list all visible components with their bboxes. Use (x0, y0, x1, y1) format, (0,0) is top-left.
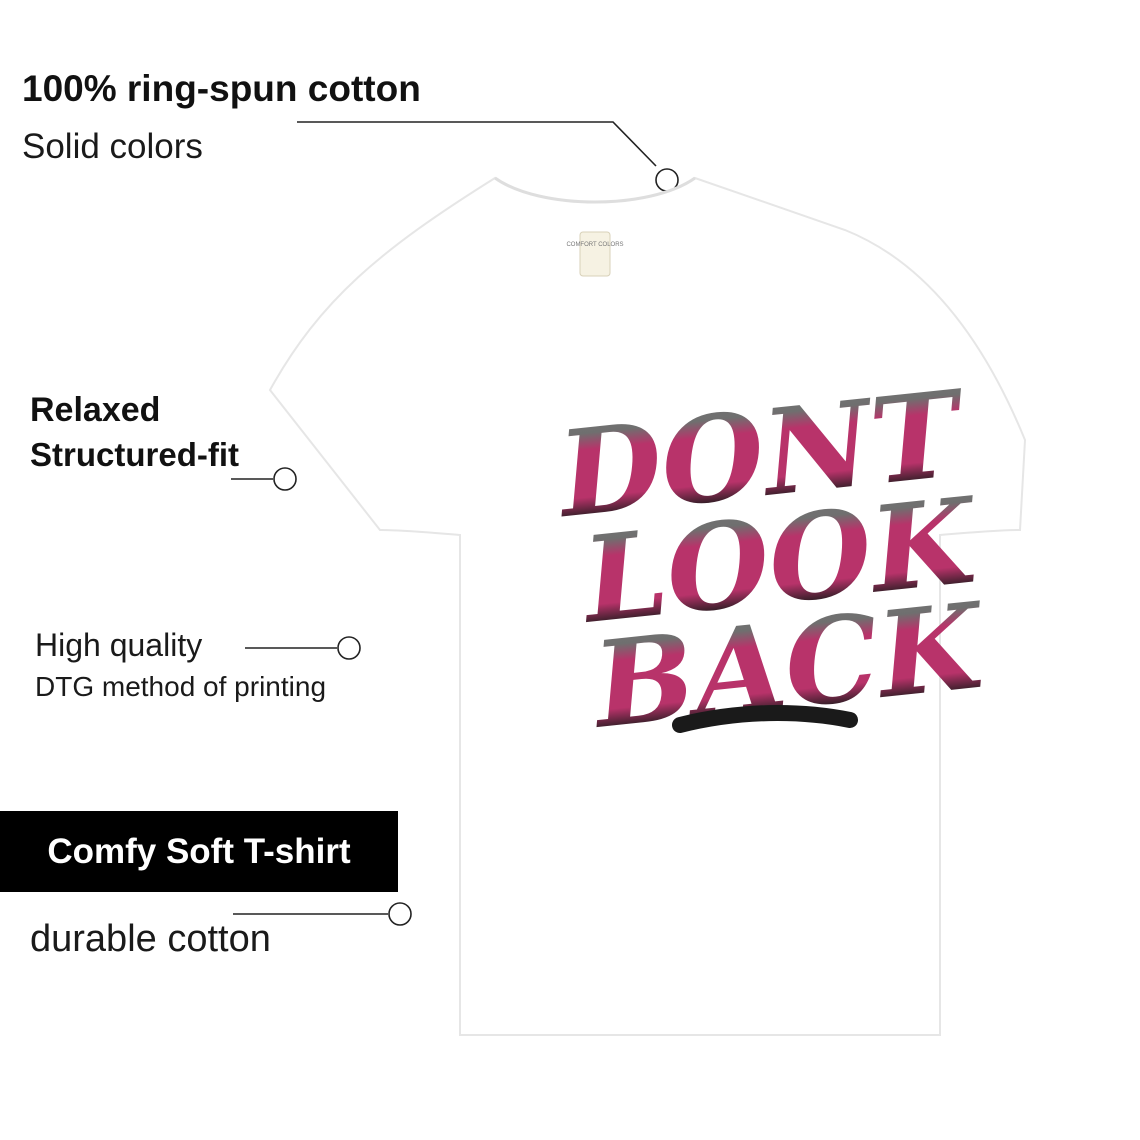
feature-1-title: 100% ring-spun cotton (22, 68, 421, 109)
feature-2-title: Relaxed (30, 391, 161, 429)
feature-3-subtitle: DTG method of printing (35, 671, 327, 702)
feature-4-subtitle: durable cotton (30, 918, 271, 960)
tshirt-image: COMFORT COLORS DONT LOOK BACK (268, 176, 1027, 1036)
print-graphic: DONT LOOK BACK (550, 363, 993, 755)
feature-4-title: Comfy Soft T-shirt (47, 831, 351, 871)
feature-1-subtitle: Solid colors (22, 127, 203, 166)
feature-4-badge: Comfy Soft T-shirt (0, 811, 398, 892)
neck-tag-text: COMFORT COLORS (566, 242, 623, 248)
feature-2-subtitle: Structured-fit (30, 436, 239, 473)
neck-tag (579, 231, 611, 277)
feature-3-title: High quality (35, 627, 203, 663)
